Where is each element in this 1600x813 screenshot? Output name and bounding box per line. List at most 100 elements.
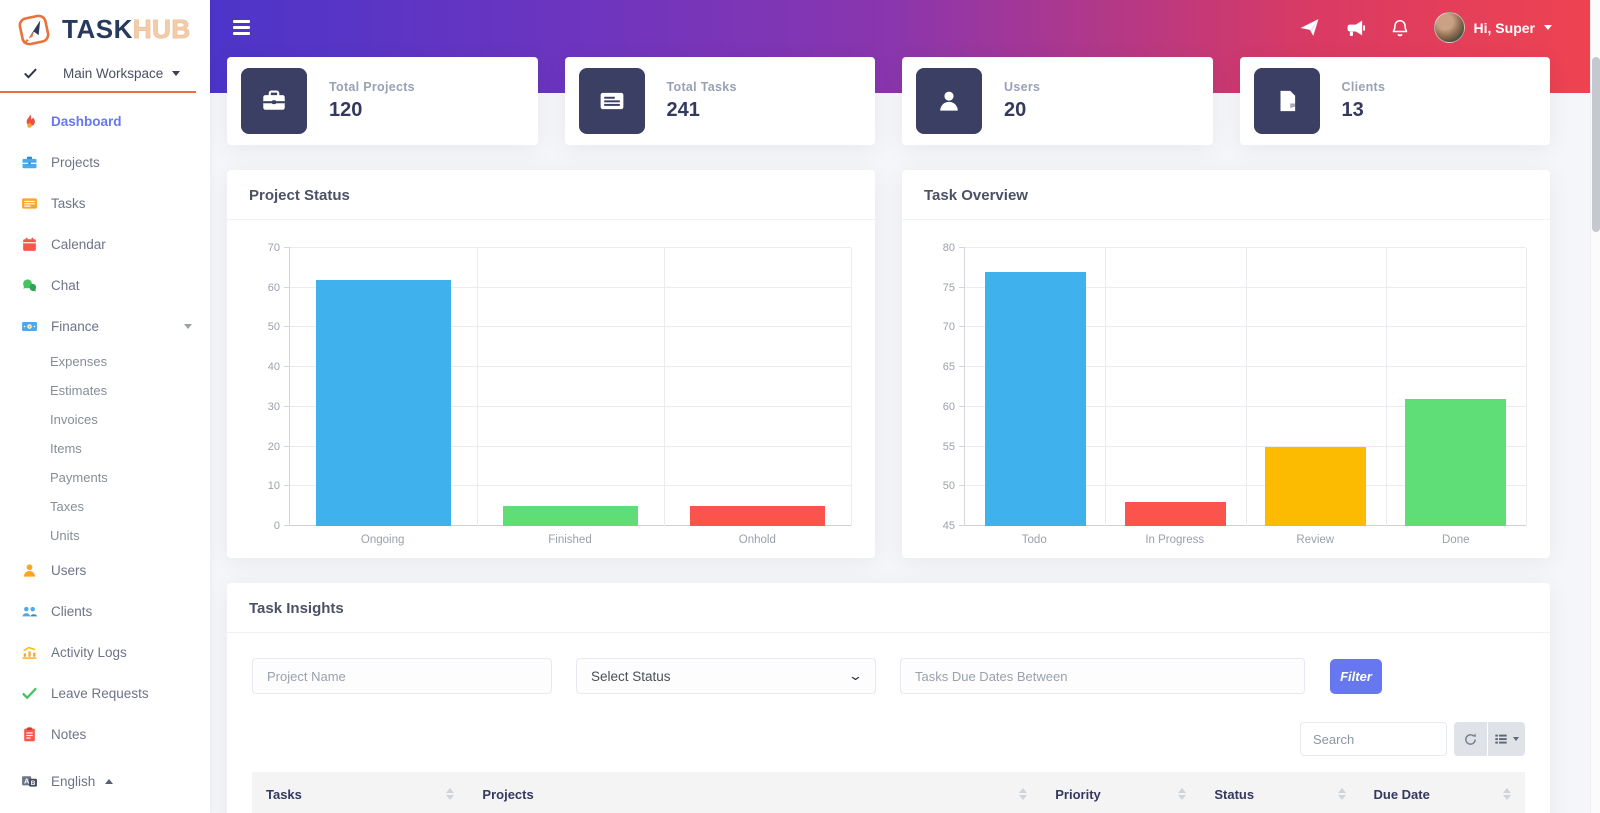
stat-tile	[579, 68, 645, 134]
bell-icon[interactable]	[1390, 18, 1410, 38]
sort-icon	[1019, 784, 1027, 804]
submenu-item-estimates[interactable]: Estimates	[0, 376, 210, 405]
workspace-selector[interactable]: Main Workspace	[0, 55, 196, 93]
stat-meta: Total Projects120	[329, 80, 415, 122]
column-header-projects[interactable]: Projects	[468, 772, 1041, 813]
submenu-item-expenses[interactable]: Expenses	[0, 347, 210, 376]
table-actions	[1454, 722, 1525, 756]
clients-icon	[21, 603, 38, 620]
brand-logo[interactable]: TASKHUB	[0, 0, 210, 55]
scrollbar-thumb[interactable]	[1592, 57, 1600, 232]
bar-review	[1265, 447, 1366, 526]
y-tick-mark	[284, 287, 290, 288]
language-selector[interactable]: AB English	[0, 761, 210, 801]
y-tick-mark	[284, 446, 290, 447]
project-name-input[interactable]	[252, 658, 552, 694]
due-dates-input[interactable]	[900, 658, 1305, 694]
svg-text:B: B	[31, 779, 36, 786]
column-header-inner: Priority	[1055, 784, 1186, 804]
chevron-down-icon	[1513, 737, 1519, 744]
tasks-icon	[21, 195, 38, 212]
chevron-down-icon: ⌄	[848, 668, 863, 684]
sort-icon	[1338, 784, 1346, 804]
x-axis-labels: TodoIn ProgressReviewDone	[964, 534, 1526, 546]
task-overview-card: Task Overview 4550556065707580TodoIn Pro…	[902, 170, 1550, 558]
sidebar-item-calendar[interactable]: Calendar	[0, 224, 210, 265]
charts-row: Project Status 010203040506070OngoingFin…	[227, 170, 1550, 558]
sidebar-item-clients[interactable]: Clients	[0, 591, 210, 632]
sidebar-item-dashboard[interactable]: Dashboard	[0, 101, 210, 142]
user-icon	[21, 562, 38, 579]
stat-meta: Total Tasks241	[667, 80, 737, 122]
send-icon[interactable]	[1299, 17, 1320, 38]
y-tick-label: 40	[246, 361, 280, 373]
y-tick-mark	[959, 446, 965, 447]
sidebar-item-leave-requests[interactable]: Leave Requests	[0, 673, 210, 714]
x-tick-label: Onhold	[664, 534, 851, 546]
sidebar-item-activity-logs[interactable]: Activity Logs	[0, 632, 210, 673]
briefcase-icon	[261, 88, 287, 114]
sidebar-item-finance[interactable]: Finance	[0, 306, 210, 347]
chevron-down-icon	[172, 71, 180, 80]
y-tick-mark	[959, 406, 965, 407]
bullhorn-icon[interactable]	[1344, 17, 1366, 39]
stat-tile	[916, 68, 982, 134]
gridline-vertical	[1386, 248, 1387, 526]
y-tick-label: 70	[921, 321, 955, 333]
hamburger-menu-icon[interactable]	[233, 20, 250, 35]
y-tick-mark	[959, 247, 965, 248]
column-header-tasks[interactable]: Tasks	[252, 772, 468, 813]
sort-icon	[1178, 784, 1186, 804]
chart-title: Project Status	[249, 187, 350, 204]
search-input[interactable]	[1300, 722, 1447, 756]
status-select[interactable]: Select Status ⌄	[576, 658, 876, 694]
section-title: Task Insights	[249, 600, 344, 617]
column-header-due-date[interactable]: Due Date	[1360, 772, 1526, 813]
stat-label: Total Tasks	[667, 80, 737, 94]
sidebar-item-projects[interactable]: Projects	[0, 142, 210, 183]
gridline	[290, 247, 851, 248]
submenu-item-items[interactable]: Items	[0, 434, 210, 463]
refresh-icon	[1463, 732, 1478, 747]
column-label: Tasks	[266, 787, 302, 802]
sidebar-item-users[interactable]: Users	[0, 550, 210, 591]
sidebar-item-label: Users	[51, 563, 86, 578]
sidebar-item-label: Leave Requests	[51, 686, 149, 701]
activity-icon	[21, 644, 38, 661]
sidebar: TASKHUB Main Workspace DashboardProjects…	[0, 0, 210, 813]
user-menu[interactable]: Hi, Super	[1434, 12, 1552, 43]
tasks-table: Tasks Projects Priority StatusDue Date	[252, 772, 1525, 813]
columns-button[interactable]	[1488, 722, 1525, 756]
table-header-row: Tasks Projects Priority StatusDue Date	[252, 772, 1525, 813]
translate-icon: AB	[21, 773, 38, 790]
filter-button[interactable]: Filter	[1330, 659, 1382, 694]
user-icon	[936, 88, 962, 114]
chart-body: 010203040506070OngoingFinishedOnhold	[227, 220, 875, 558]
column-header-inner: Projects	[482, 784, 1027, 804]
workspace-label: Main Workspace	[63, 66, 163, 81]
submenu-finance: ExpensesEstimatesInvoicesItemsPaymentsTa…	[0, 347, 210, 550]
refresh-button[interactable]	[1454, 722, 1487, 756]
brand-name: TASKHUB	[62, 14, 191, 45]
stat-label: Clients	[1342, 80, 1386, 94]
sidebar-item-tasks[interactable]: Tasks	[0, 183, 210, 224]
submenu-item-taxes[interactable]: Taxes	[0, 492, 210, 521]
bar-finished	[503, 506, 638, 526]
sidebar-item-chat[interactable]: Chat	[0, 265, 210, 306]
task-list-icon	[599, 88, 625, 114]
column-header-priority[interactable]: Priority	[1041, 772, 1200, 813]
submenu-item-payments[interactable]: Payments	[0, 463, 210, 492]
filter-row: Select Status ⌄ Filter	[252, 658, 1525, 694]
column-header-inner: Tasks	[266, 784, 454, 804]
scrollbar	[1590, 0, 1600, 813]
check-icon	[22, 65, 39, 82]
y-tick-label: 75	[921, 282, 955, 294]
x-tick-label: Todo	[964, 534, 1105, 546]
sidebar-item-notes[interactable]: Notes	[0, 714, 210, 755]
y-tick-label: 60	[246, 282, 280, 294]
submenu-item-units[interactable]: Units	[0, 521, 210, 550]
stat-card-users: Users20	[902, 57, 1213, 145]
gridline-vertical	[1105, 248, 1106, 526]
column-header-status[interactable]: Status	[1200, 772, 1359, 813]
submenu-item-invoices[interactable]: Invoices	[0, 405, 210, 434]
